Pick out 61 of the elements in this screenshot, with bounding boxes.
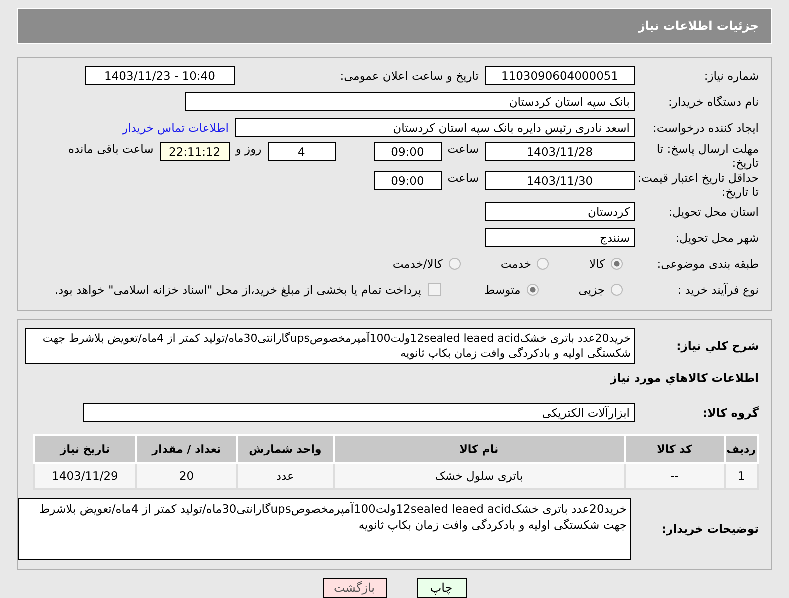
table-cell: 20 (136, 463, 238, 489)
time-label: ساعت (446, 142, 480, 156)
checkbox[interactable] (428, 283, 441, 296)
radio-button[interactable] (611, 284, 623, 296)
description-field: خرید20عدد باتری خشک12sealed leaed acidولت100آمپرمخصوصupsگارانتی30ماه/تولید کمتر از 4ماه/تعویض بلاشرط جهت شکستگی اولیه و بادکردگی وافت زمان بکاپ ثانویه (25, 328, 635, 364)
column-header: نام کالا (334, 435, 625, 463)
field-label: حداقل تاریخ اعتبار قیمت: تا تاریخ: (636, 171, 760, 199)
column-header: تاریخ نیاز (34, 435, 136, 463)
time-label: ساعت (446, 171, 480, 185)
column-header: ردیف (724, 435, 758, 463)
need-number-field: 1103090604000051 (485, 66, 635, 85)
remaining-label: ساعت باقی مانده (68, 142, 155, 156)
radio-label: کالا/خدمت (392, 256, 443, 270)
buyer-notes-field: خرید20عدد باتری خشک12sealed leaed acidولت100آمپرمخصوصupsگارانتی30ماه/تولید کمتر از 4ماه/تعویض بلاشرط جهت شکستگی اولیه و بادکردگی وافت زمان بکاپ ثانویه (18, 498, 631, 560)
days-label: روز و (234, 142, 263, 156)
field-label: گروه کالا: (702, 406, 760, 420)
field-label: استان محل تحویل: (668, 204, 760, 218)
remaining-time-field: 22:11:12 (160, 142, 230, 161)
city-field: سنندج (485, 228, 635, 247)
deadline-date-field: 1403/11/28 (485, 142, 635, 161)
field-label: ایجاد کننده درخواست: (652, 120, 760, 134)
radio-label: متوسط (484, 282, 521, 296)
field-label: توضیحات خریدار: (660, 522, 760, 536)
table-cell: عدد (237, 463, 334, 489)
table-cell: 1403/11/29 (34, 463, 136, 489)
field-label: شماره نیاز: (703, 68, 760, 82)
validity-time-field: 09:00 (374, 171, 442, 190)
table-cell: باتری سلول خشک (334, 463, 625, 489)
field-label: طبقه بندی موضوعی: (656, 256, 760, 270)
column-header: کد کالا (624, 435, 725, 463)
buyer-contact-link[interactable]: اطلاعات تماس خریدار (122, 120, 235, 134)
radio-button[interactable] (611, 258, 623, 270)
radio-label: خدمت (500, 256, 532, 270)
province-field: کردستان (485, 202, 635, 221)
field-label: نام دستگاه خریدار: (667, 94, 760, 108)
column-header: تعداد / مقدار (136, 435, 238, 463)
action-button[interactable]: بازگشت (322, 578, 386, 598)
table-cell: 1 (724, 463, 758, 489)
checkbox-label: پرداخت تمام یا بخشی از مبلغ خرید،از محل "اسناد خزانه اسلامی" خواهد بود. (54, 282, 422, 296)
buyer-field: بانک سپه استان کردستان (185, 92, 635, 111)
page-title: جزئیات اطلاعات نیاز (638, 19, 759, 33)
column-header: واحد شمارش (237, 435, 334, 463)
action-button[interactable]: چاپ (416, 578, 466, 598)
radio-label: کالا (589, 256, 605, 270)
field-label: مهلت ارسال پاسخ: تا تاریخ: (656, 142, 760, 170)
radio-label: جزیی (578, 282, 605, 296)
goods-group-field: ابزارآلات الکتریکی (83, 403, 635, 422)
days-field: 4 (268, 142, 336, 161)
field-label: شرح کلي نياز: (676, 339, 760, 353)
field-label: تاریخ و ساعت اعلان عمومی: (339, 68, 480, 82)
announce-date-field: 1403/11/23 - 10:40 (85, 66, 235, 85)
validity-date-field: 1403/11/30 (485, 171, 635, 190)
radio-button[interactable] (526, 284, 539, 296)
section-title: اطلاعات كالاهاي مورد نياز (609, 370, 760, 387)
table-cell: -- (624, 463, 725, 489)
field-label: شهر محل تحویل: (674, 230, 760, 244)
radio-button[interactable] (448, 258, 461, 270)
radio-button[interactable] (537, 258, 550, 270)
deadline-time-field: 09:00 (374, 142, 442, 161)
field-label: نوع فرآیند خرید : (676, 282, 760, 296)
requester-field: اسعد نادری رئیس دایره بانک سپه استان کردستان (235, 118, 635, 137)
